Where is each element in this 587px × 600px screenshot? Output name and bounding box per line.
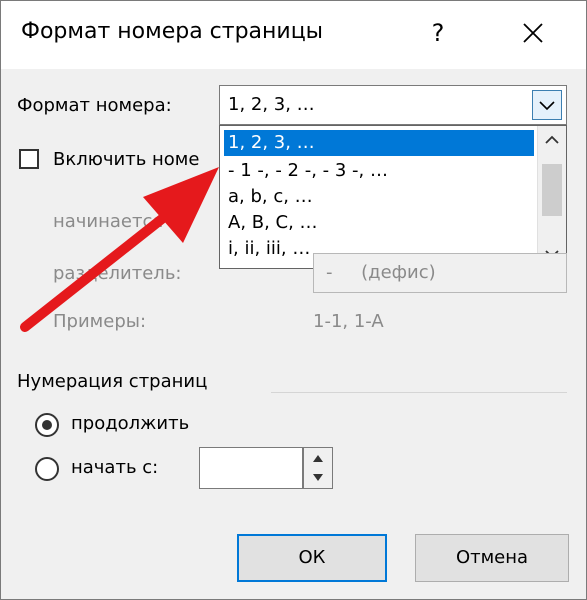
dropdown-button[interactable] [532,90,562,120]
start-at-radio[interactable] [35,457,59,481]
list-item[interactable]: - 1 -, - 2 -, - 3 -, … [224,158,534,184]
separator-value: - (дефис) [326,262,436,283]
decrement-button[interactable] [304,468,332,488]
scroll-up-button[interactable] [538,126,566,154]
list-item[interactable]: 1, 2, 3, … [224,130,534,156]
scrollbar[interactable] [537,126,566,268]
start-at-label: начать с: [71,457,159,478]
group-divider [271,392,567,393]
examples-label: Примеры: [53,311,147,332]
number-format-select[interactable]: 1, 2, 3, … [219,85,567,125]
scroll-thumb[interactable] [542,164,562,216]
include-chapter-checkbox[interactable] [19,149,39,169]
continue-radio[interactable] [35,413,59,437]
separator-label: разделитель: [53,263,182,284]
increment-button[interactable] [304,448,332,468]
start-at-stepper[interactable] [303,447,333,489]
radio-dot [42,420,52,430]
continue-label: продолжить [71,413,190,434]
dialog-title: Формат номера страницы [21,19,324,44]
start-at-input[interactable] [199,447,303,489]
number-format-selected: 1, 2, 3, … [228,94,315,115]
chevron-up-icon [545,135,559,144]
ok-button[interactable]: ОК [237,534,387,582]
help-button[interactable]: ? [416,15,460,51]
chevron-down-icon [539,101,555,111]
title-bar: Формат номера страницы ? [1,1,586,69]
examples-value: 1-1, 1-A [313,311,384,332]
page-number-format-dialog: Формат номера страницы ? Формат номера: … [0,0,587,600]
triangle-down-icon [313,474,323,481]
close-button[interactable] [511,15,555,51]
number-format-dropdown-list[interactable]: 1, 2, 3, … - 1 -, - 2 -, - 3 -, … a, b, … [219,125,567,269]
include-chapter-label: Включить номе [53,149,200,170]
list-item[interactable]: a, b, c, … [224,184,534,210]
cancel-button[interactable]: Отмена [415,534,569,582]
list-item[interactable]: A, B, C, … [224,210,534,236]
number-format-label: Формат номера: [17,95,172,116]
chapter-start-label: начинается со [53,211,190,232]
separator-select: - (дефис) [313,253,567,293]
triangle-up-icon [313,455,323,462]
page-numbering-heading: Нумерация страниц [17,371,208,392]
close-icon [523,23,543,43]
